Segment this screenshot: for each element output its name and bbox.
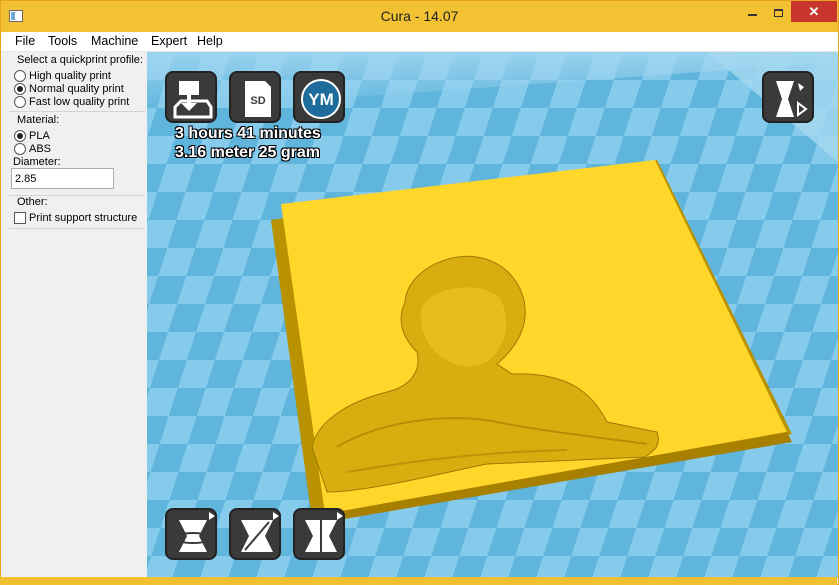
other-title: Other: (17, 196, 48, 208)
save-to-sd-button[interactable]: SD (229, 71, 281, 123)
material-usage: 3.16 meter 25 gram (175, 144, 320, 161)
radio-high-quality[interactable] (14, 70, 26, 82)
label-normal-quality[interactable]: Normal quality print (29, 83, 124, 95)
quickprint-title: Select a quickprint profile: (17, 54, 143, 66)
label-pla[interactable]: PLA (29, 130, 50, 142)
label-fast-quality[interactable]: Fast low quality print (29, 96, 129, 108)
separator (9, 228, 145, 229)
settings-panel: Select a quickprint profile: High qualit… (1, 52, 147, 578)
mirror-icon (305, 512, 343, 556)
maximize-icon (773, 8, 783, 17)
title-bar[interactable]: Cura - 14.07 ✕ (1, 1, 838, 32)
menu-file[interactable]: File (15, 34, 35, 48)
radio-abs[interactable] (14, 143, 26, 155)
view-mode-button[interactable] (762, 71, 814, 123)
radio-pla[interactable] (14, 130, 26, 142)
youmagine-button[interactable]: YM (293, 71, 345, 123)
youmagine-icon: YM (301, 79, 341, 119)
diameter-label: Diameter: (13, 156, 61, 168)
menu-expert[interactable]: Expert (151, 34, 187, 48)
minimize-icon (747, 13, 757, 16)
rotate-icon (174, 512, 215, 552)
svg-text:YM: YM (308, 90, 334, 109)
load-icon (173, 81, 213, 119)
support-checkbox[interactable] (14, 212, 26, 224)
label-abs[interactable]: ABS (29, 143, 51, 155)
label-high-quality[interactable]: High quality print (29, 70, 111, 82)
menu-bar: File Tools Machine Expert Help (1, 32, 838, 52)
window-bottom-border (0, 577, 837, 585)
menu-machine[interactable]: Machine (91, 34, 138, 48)
material-title: Material: (17, 114, 60, 126)
minimize-button[interactable] (739, 1, 765, 22)
scale-icon (241, 512, 279, 552)
menu-help[interactable]: Help (197, 34, 223, 48)
radio-normal-quality[interactable] (14, 83, 26, 95)
rotate-button[interactable] (165, 508, 217, 560)
cura-window: Cura - 14.07 ✕ File Tools Machine Expert… (0, 0, 839, 585)
label-support[interactable]: Print support structure (29, 212, 137, 224)
load-button[interactable] (165, 71, 217, 123)
print-time: 3 hours 41 minutes (175, 125, 321, 142)
radio-fast-quality[interactable] (14, 96, 26, 108)
3d-viewport[interactable]: SD YM 3 hours 41 minutes 3.16 meter 25 g… (147, 52, 838, 578)
close-icon: ✕ (808, 4, 820, 19)
mirror-button[interactable] (293, 508, 345, 560)
diameter-input[interactable] (11, 168, 114, 189)
separator (9, 111, 145, 112)
menu-tools[interactable]: Tools (48, 34, 77, 48)
window-title: Cura - 14.07 (380, 8, 459, 24)
save-to-sd-icon: SD (245, 81, 271, 117)
close-button[interactable]: ✕ (791, 1, 837, 22)
svg-text:SD: SD (250, 95, 265, 107)
scale-button[interactable] (229, 508, 281, 560)
maximize-button[interactable] (765, 1, 791, 22)
view-mode-icon (776, 81, 808, 117)
